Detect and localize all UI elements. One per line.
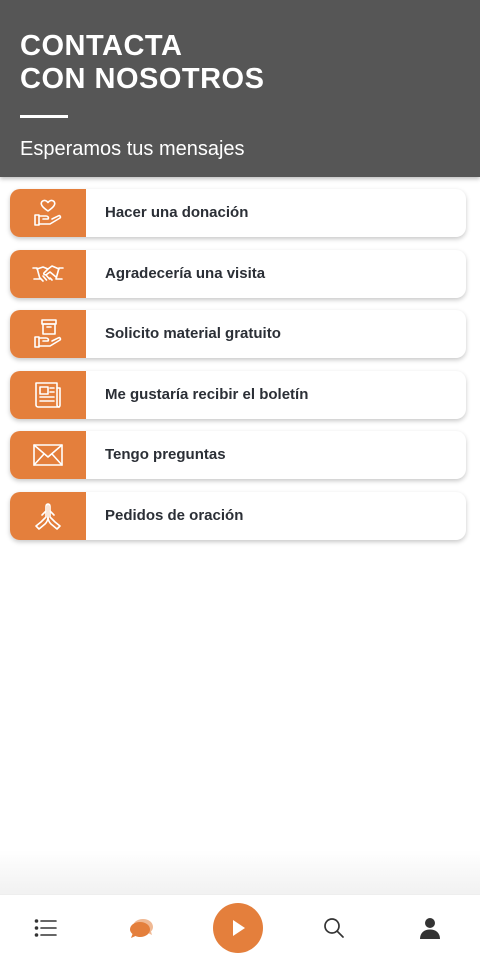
menu-item-donation[interactable]: Hacer una donación [10,189,466,237]
page-header: CONTACTA CON NOSOTROS Esperamos tus mens… [0,0,480,177]
menu-item-label: Solicito material gratuito [105,325,281,342]
menu-item-newsletter[interactable]: Me gustaría recibir el boletín [10,370,466,419]
menu-item-label: Agradecería una visita [105,264,266,282]
praying-hands-icon [35,502,61,530]
menu-item-label: Hacer una donación [105,204,249,221]
page-title-line-2: CON NOSOTROS [20,63,265,95]
handshake-icon [32,264,64,282]
nav-chat-button[interactable] [117,895,165,959]
page-subtitle: Esperamos tus mensajes [20,138,245,160]
menu-item-label: Tengo preguntas [105,446,226,463]
menu-item-questions[interactable]: Tengo preguntas [10,431,466,479]
play-icon [233,920,245,936]
contact-screen: CONTACTA CON NOSOTROS Esperamos tus mens… [0,0,480,959]
heart-hand-icon [34,199,62,226]
newsletter-icon [35,381,61,408]
menu-icon-box [10,370,86,419]
menu-icon-box [10,249,86,298]
menu-icon-box [10,310,86,358]
menu-icon-box [10,189,86,237]
nav-search-button[interactable] [310,895,358,959]
nav-profile-button[interactable] [406,895,454,959]
menu-item-prayer-requests[interactable]: Pedidos de oración [10,491,466,540]
bottom-fade [0,850,480,894]
chat-icon [130,918,153,938]
page-title: CONTACTA CON NOSOTROS [20,30,264,96]
menu-item-free-material[interactable]: Solicito material gratuito [10,310,466,358]
user-icon [420,917,440,939]
menu-icon-box [10,491,86,540]
menu-icon-box [10,431,86,479]
play-button[interactable] [213,903,263,953]
menu-item-visit[interactable]: Agradecería una visita [10,249,466,298]
envelope-icon [33,444,63,466]
menu-item-label: Pedidos de oración [105,506,244,524]
page-title-line-1: CONTACTA [20,30,183,62]
search-icon [324,917,344,938]
menu-item-label: Me gustaría recibir el boletín [105,385,309,403]
box-hand-icon [34,319,62,348]
title-divider [20,115,68,118]
list-icon [34,918,57,937]
nav-list-button[interactable] [22,895,70,959]
contact-menu: Hacer una donación Agradecería una visit… [10,189,466,552]
